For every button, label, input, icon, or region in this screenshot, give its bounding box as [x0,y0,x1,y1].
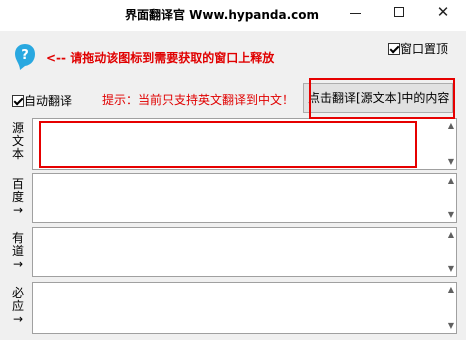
drag-target-icon[interactable]: ? [14,43,36,71]
minimize-icon [349,12,361,14]
scrollbar[interactable]: ▲ ▼ [444,283,454,333]
scroll-down-icon[interactable]: ▼ [448,158,454,166]
scroll-up-icon[interactable]: ▲ [448,122,454,130]
notice-text: 提示：当前只支持英文翻译到中文！ [102,93,295,107]
source-text-label: 源 文 本 [11,121,24,161]
scroll-up-icon[interactable]: ▲ [448,286,454,294]
scrollbar[interactable]: ▲ ▼ [444,174,454,222]
baidu-result-text[interactable]: ▲ ▼ [32,173,457,223]
checkbox-checked-icon[interactable] [12,95,24,107]
title-bar: 界面翻译官 Www.hypanda.com ✕ [0,0,466,31]
youdao-result-text[interactable]: ▲ ▼ [32,227,457,277]
baidu-label: 百 度 → [11,177,24,217]
checkbox-checked-icon[interactable] [388,43,400,55]
bing-label: 必 应 → [11,286,24,326]
scroll-down-icon[interactable]: ▼ [448,322,454,330]
scroll-up-icon[interactable]: ▲ [448,177,454,185]
close-button[interactable]: ✕ [424,0,462,24]
translate-button[interactable]: 点击翻译[源文本]中的内容 [303,83,453,113]
youdao-label: 有 道 → [11,231,24,271]
close-icon: ✕ [436,3,450,21]
always-on-top-label: 窗口置顶 [400,42,449,56]
scroll-down-icon[interactable]: ▼ [448,211,454,219]
drag-hint-text: <-- 请拖动该图标到需要获取的窗口上释放 [46,51,275,65]
svg-text:?: ? [21,48,29,63]
bing-result-text[interactable]: ▲ ▼ [32,282,457,334]
maximize-icon [394,7,404,17]
scroll-up-icon[interactable]: ▲ [448,231,454,239]
auto-translate-label: 自动翻译 [24,94,73,108]
minimize-button[interactable] [336,0,374,24]
maximize-button[interactable] [380,0,418,24]
scrollbar[interactable]: ▲ ▼ [444,119,454,169]
auto-translate-checkbox[interactable]: 自动翻译 [12,92,72,109]
scroll-down-icon[interactable]: ▼ [448,265,454,273]
source-text-input[interactable]: ▲ ▼ [32,118,457,170]
always-on-top-checkbox[interactable]: 窗口置顶 [388,40,448,57]
scrollbar[interactable]: ▲ ▼ [444,228,454,276]
